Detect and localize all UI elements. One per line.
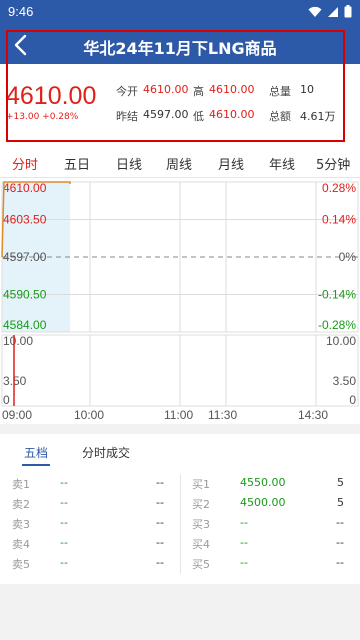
- sell-level-label: 卖5: [12, 558, 30, 571]
- open-value: 4610.00: [143, 83, 189, 96]
- intraday-chart[interactable]: 4610.00 0.28% 4603.50 0.14% 4597.00 0% 4590.50…: [0, 178, 360, 424]
- status-bar: 9:46: [0, 0, 360, 26]
- tab-five-day[interactable]: 五日: [64, 154, 90, 173]
- signal-icon: [328, 6, 338, 17]
- tab-daily[interactable]: 日线: [116, 154, 142, 173]
- volume-axis-label-right: 10.00: [326, 334, 356, 348]
- sell-level-price: --: [60, 516, 68, 529]
- pct-axis-label: -0.14%: [318, 288, 356, 302]
- sell-level-volume: --: [156, 496, 164, 509]
- price-change: +13.00 +0.28%: [6, 112, 79, 122]
- volume-axis-label: 10.00: [3, 334, 33, 348]
- high-label: 高: [193, 85, 204, 98]
- sell-level-price: --: [60, 476, 68, 489]
- tab-intraday[interactable]: 分时: [12, 154, 38, 173]
- status-icons: [308, 5, 352, 18]
- sell-level-label: 卖2: [12, 498, 30, 511]
- volume-axis-label-right: 3.50: [333, 374, 357, 388]
- volume-value: 10: [300, 83, 314, 96]
- price-axis-label: 4590.50: [3, 288, 47, 302]
- sell-level-price: --: [60, 536, 68, 549]
- header: 华北24年11月下LNG商品: [0, 26, 360, 64]
- time-axis-label: 09:00: [2, 408, 32, 422]
- amount-label: 总额: [269, 110, 291, 123]
- time-axis-label: 11:00: [164, 408, 193, 422]
- volume-axis-label-right: 0: [349, 393, 356, 407]
- sell-level-volume: --: [156, 476, 164, 489]
- sell-level-price: --: [60, 556, 68, 569]
- buy-level-volume: --: [336, 516, 344, 529]
- tab-five-levels[interactable]: 五档: [24, 444, 48, 461]
- price-axis-label: 4603.50: [3, 213, 47, 227]
- back-arrow-icon[interactable]: [8, 32, 34, 58]
- time-axis-label: 14:30: [298, 408, 328, 422]
- current-price: 4610.00: [6, 82, 97, 110]
- tab-trade-detail[interactable]: 分时成交: [82, 444, 130, 461]
- buy-level-label: 买4: [192, 538, 210, 551]
- low-label: 低: [193, 110, 204, 123]
- wifi-icon: [308, 6, 322, 17]
- sell-level-label: 卖1: [12, 478, 30, 491]
- buy-level-label: 买5: [192, 558, 210, 571]
- buy-level-price: --: [240, 516, 248, 529]
- price-axis-label: 4610.00: [3, 181, 47, 195]
- time-axis-label: 11:30: [208, 408, 237, 422]
- tab-5min[interactable]: 5分钟: [316, 154, 350, 173]
- open-label: 今开: [116, 85, 138, 98]
- sell-level-label: 卖3: [12, 518, 30, 531]
- buy-level-label: 买1: [192, 478, 210, 491]
- volume-axis-label: 0: [3, 393, 10, 407]
- prev-close-value: 4597.00: [143, 108, 189, 121]
- sell-level-price: --: [60, 496, 68, 509]
- buy-level-volume: --: [336, 556, 344, 569]
- orderbook-panel: 五档 分时成交 卖1 -- -- 卖2 -- -- 卖3 -- -- 卖4 -- -- 卖5 -- -- 买1…: [0, 434, 360, 584]
- volume-label: 总量: [269, 85, 291, 98]
- period-tabs: 分时 五日 日线 周线 月线 年线 5分钟: [0, 146, 360, 178]
- tab-monthly[interactable]: 月线: [218, 154, 244, 173]
- sell-level-label: 卖4: [12, 538, 30, 551]
- buy-level-label: 买2: [192, 498, 210, 511]
- buy-level-price: 4500.00: [240, 496, 286, 509]
- chart-svg: 4610.00 0.28% 4603.50 0.14% 4597.00 0% 4590.50…: [1, 181, 359, 422]
- tab-yearly[interactable]: 年线: [269, 154, 295, 173]
- quote-panel: 4610.00 +13.00 +0.28% 今开 4610.00 高 4610.…: [0, 64, 360, 146]
- buy-level-price: --: [240, 556, 248, 569]
- orderbook-divider: [180, 474, 181, 574]
- bottom-area: [0, 584, 360, 640]
- low-value: 4610.00: [209, 108, 255, 121]
- buy-level-volume: --: [336, 536, 344, 549]
- amount-value: 4.61万: [300, 110, 336, 123]
- status-time: 9:46: [8, 4, 34, 19]
- sell-level-volume: --: [156, 536, 164, 549]
- buy-level-price: --: [240, 536, 248, 549]
- sell-level-volume: --: [156, 516, 164, 529]
- pct-axis-label: 0%: [339, 250, 357, 264]
- pct-axis-label: -0.28%: [318, 318, 356, 332]
- page-title: 华北24年11月下LNG商品: [83, 39, 277, 58]
- buy-level-volume: 5: [337, 496, 344, 509]
- tab-weekly[interactable]: 周线: [166, 154, 192, 173]
- pct-axis-label: 0.14%: [322, 213, 356, 227]
- sell-level-volume: --: [156, 556, 164, 569]
- buy-level-volume: 5: [337, 476, 344, 489]
- tab-underline: [22, 464, 50, 466]
- buy-level-label: 买3: [192, 518, 210, 531]
- pct-axis-label: 0.28%: [322, 181, 356, 195]
- time-axis-label: 10:00: [74, 408, 104, 422]
- buy-level-price: 4550.00: [240, 476, 286, 489]
- volume-axis-label: 3.50: [3, 374, 27, 388]
- high-value: 4610.00: [209, 83, 255, 96]
- price-axis-label: 4597.00: [3, 250, 47, 264]
- price-axis-label: 4584.00: [3, 318, 47, 332]
- battery-icon: [344, 5, 352, 18]
- prev-close-label: 昨结: [116, 110, 138, 123]
